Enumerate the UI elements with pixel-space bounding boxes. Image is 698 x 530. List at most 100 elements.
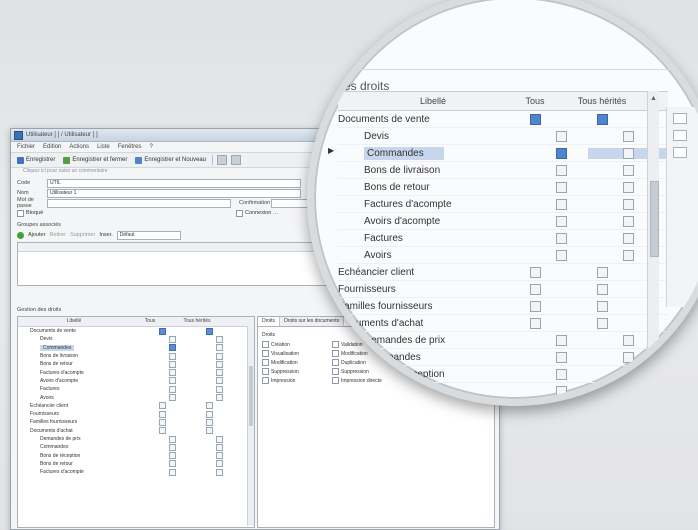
next-icon[interactable] xyxy=(231,155,242,165)
connect-checkbox[interactable] xyxy=(236,209,243,217)
rights-row[interactable]: Bons de retour xyxy=(338,383,668,399)
tous-checkbox[interactable] xyxy=(555,249,567,261)
tous-checkbox[interactable] xyxy=(168,468,176,476)
zoom-header-herites[interactable]: Tous hérités xyxy=(562,92,642,110)
save-new-button[interactable]: Enregistrer et Nouveau xyxy=(133,156,208,164)
tous-checkbox[interactable] xyxy=(555,351,567,363)
rights-row[interactable]: Bons de retour xyxy=(18,360,254,368)
rights-row[interactable]: Demandes de prix xyxy=(338,332,668,349)
herites-checkbox[interactable] xyxy=(215,377,223,385)
opt-checkbox[interactable] xyxy=(262,341,269,348)
herites-checkbox[interactable] xyxy=(215,460,223,468)
rights-row[interactable]: Factures d'acompte xyxy=(18,468,254,476)
herites-checkbox[interactable] xyxy=(622,249,634,261)
groups-remove[interactable]: Retirer xyxy=(49,232,66,238)
tous-checkbox[interactable] xyxy=(555,147,567,159)
rights-row[interactable]: Avoirs d'acompte xyxy=(18,377,254,385)
rights-row[interactable]: Factures xyxy=(338,230,668,247)
rights-row[interactable]: Echéancier client xyxy=(18,402,254,410)
herites-checkbox[interactable] xyxy=(205,427,213,435)
code-field[interactable]: UTIL xyxy=(47,178,301,188)
herites-checkbox[interactable] xyxy=(622,181,634,193)
herites-checkbox[interactable] xyxy=(622,198,634,210)
blocked-checkbox[interactable] xyxy=(17,209,24,217)
rights-row[interactable]: Commandes xyxy=(338,349,668,366)
herites-checkbox[interactable] xyxy=(215,335,223,343)
herites-checkbox[interactable] xyxy=(622,368,634,380)
tous-checkbox[interactable] xyxy=(158,410,166,418)
herites-checkbox[interactable] xyxy=(215,468,223,476)
opt-checkbox[interactable] xyxy=(262,377,269,384)
rights-row[interactable]: Bons de livraison xyxy=(18,352,254,360)
herites-checkbox[interactable] xyxy=(215,360,223,368)
rights-row[interactable]: Factures d'acompte xyxy=(18,368,254,377)
tous-checkbox[interactable] xyxy=(529,283,541,295)
groups-delete[interactable]: Supprimer xyxy=(70,232,95,238)
zoom-header-libelle[interactable]: Libellé xyxy=(338,92,508,110)
rights-row[interactable]: Bons de retour xyxy=(338,179,668,196)
menu-fichier[interactable]: Fichier xyxy=(17,144,35,150)
rights-row[interactable]: Familles fournisseurs xyxy=(338,298,668,315)
tous-checkbox[interactable] xyxy=(158,402,166,410)
name-field[interactable]: Utilisateur 1 xyxy=(47,188,301,198)
header-herites[interactable]: Tous hérités xyxy=(170,317,224,326)
rights-scrollbar[interactable] xyxy=(247,326,254,526)
rights-row[interactable]: Documents d'achat xyxy=(338,315,668,332)
tous-checkbox[interactable] xyxy=(168,377,176,385)
herites-checkbox[interactable] xyxy=(596,317,608,329)
tab-droits[interactable]: Droits xyxy=(258,317,281,326)
tous-checkbox[interactable] xyxy=(168,452,176,460)
herites-checkbox[interactable] xyxy=(205,327,213,335)
rights-row[interactable]: Avoirs xyxy=(18,393,254,402)
herites-checkbox[interactable] xyxy=(596,283,608,295)
herites-checkbox[interactable] xyxy=(622,232,634,244)
tous-checkbox[interactable] xyxy=(158,327,166,335)
rights-row[interactable]: Bons de livraison xyxy=(338,162,668,179)
herites-checkbox[interactable] xyxy=(622,334,634,346)
header-libelle[interactable]: Libellé xyxy=(18,317,130,326)
herites-checkbox[interactable] xyxy=(215,385,223,393)
tous-checkbox[interactable] xyxy=(168,360,176,368)
tous-checkbox[interactable] xyxy=(168,369,176,377)
rights-row[interactable]: Demandes de prix xyxy=(18,435,254,443)
herites-checkbox[interactable] xyxy=(215,369,223,377)
zoom-scroll-thumb[interactable] xyxy=(650,181,659,257)
opt-checkbox[interactable] xyxy=(262,359,269,366)
herites-checkbox[interactable] xyxy=(622,215,634,227)
tous-checkbox[interactable] xyxy=(529,113,541,125)
tous-checkbox[interactable] xyxy=(168,394,176,402)
herites-checkbox[interactable] xyxy=(215,344,223,352)
tous-checkbox[interactable] xyxy=(168,385,176,393)
previous-icon[interactable] xyxy=(217,155,228,165)
opt-checkbox[interactable] xyxy=(262,368,269,375)
tous-checkbox[interactable] xyxy=(168,460,176,468)
groups-add[interactable]: Ajouter xyxy=(28,232,45,238)
header-tous[interactable]: Tous xyxy=(130,317,170,326)
herites-checkbox[interactable] xyxy=(215,394,223,402)
herites-checkbox[interactable] xyxy=(596,300,608,312)
rights-row[interactable]: Documents de vente xyxy=(338,111,668,128)
herites-checkbox[interactable] xyxy=(596,113,608,125)
zoom-header-tous[interactable]: Tous xyxy=(508,92,562,110)
tous-checkbox[interactable] xyxy=(555,385,567,397)
tous-checkbox[interactable] xyxy=(555,164,567,176)
rights-row[interactable]: Devis xyxy=(18,335,254,343)
rights-row[interactable]: Factures xyxy=(18,385,254,393)
tous-checkbox[interactable] xyxy=(158,418,166,426)
rights-row[interactable]: Bons de réception xyxy=(18,451,254,460)
menu-actions[interactable]: Actions xyxy=(69,144,89,150)
rights-row[interactable]: Documents de vente xyxy=(18,327,254,335)
herites-checkbox[interactable] xyxy=(622,147,634,159)
rights-row[interactable]: Fournisseurs xyxy=(18,410,254,418)
herites-checkbox[interactable] xyxy=(622,385,634,397)
side-checkbox[interactable] xyxy=(673,147,687,158)
tab-droits-documents[interactable]: Droits sur les documents xyxy=(280,317,345,326)
menu-edition[interactable]: Edition xyxy=(43,144,61,150)
herites-checkbox[interactable] xyxy=(205,402,213,410)
add-icon[interactable] xyxy=(17,231,24,239)
tous-checkbox[interactable] xyxy=(555,232,567,244)
rights-row[interactable]: Fournisseurs xyxy=(338,281,668,298)
herites-checkbox[interactable] xyxy=(215,435,223,443)
tous-checkbox[interactable] xyxy=(555,181,567,193)
tous-checkbox[interactable] xyxy=(168,344,176,352)
